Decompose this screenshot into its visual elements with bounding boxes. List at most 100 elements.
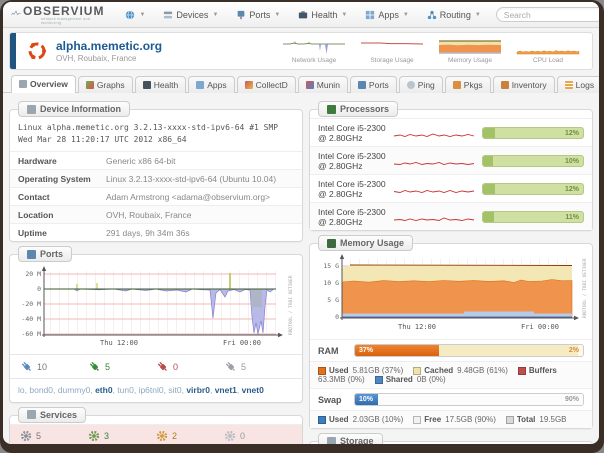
port-link-tun0[interactable]: tun0: [117, 385, 138, 395]
cpu-sparkline-graph[interactable]: [392, 183, 476, 195]
tab-inventory-label: Inventory: [512, 80, 547, 90]
services-header[interactable]: Services: [18, 407, 86, 423]
legend-label: Cached: [424, 366, 453, 375]
navbar: OBSERVIUM network management and monitor…: [3, 2, 599, 28]
cpu-usage-percent: 12%: [565, 184, 579, 195]
pkgs-icon: [453, 81, 461, 89]
globe-icon: [125, 10, 135, 20]
menu-apps[interactable]: Apps ▼: [358, 6, 415, 24]
cpu-load-minigraph: [516, 39, 580, 56]
observium-logo[interactable]: OBSERVIUM network management and monitor…: [11, 4, 104, 25]
ports-traffic-graph[interactable]: 20 M 0 -20 M -40 M -60 M Thu 12:00 Fri 0…: [14, 265, 296, 349]
port-link-sit0[interactable]: sit0: [168, 385, 186, 395]
disk-icon: [327, 437, 336, 445]
cpu-sparkline-graph[interactable]: [392, 211, 476, 223]
minigraph-cpu[interactable]: CPU Load: [516, 39, 580, 64]
legend-label: Free: [424, 415, 441, 424]
ram-usage-bar: 37% 2%: [354, 344, 584, 357]
menu-devices[interactable]: Devices ▼: [156, 6, 225, 24]
port-link-bond0[interactable]: bond0: [29, 385, 57, 395]
cpu-sparkline-graph[interactable]: [392, 127, 476, 139]
sysdescr-text: Linux alpha.memetic.org 3.2.13-xxxx-std-…: [10, 118, 302, 151]
search-input[interactable]: [496, 7, 599, 22]
menu-routing[interactable]: Routing ▼: [420, 6, 488, 24]
svg-text:10 G: 10 G: [323, 279, 339, 287]
logs-icon: [565, 81, 573, 89]
swap-used-swatch: [318, 416, 326, 424]
processors-panel: Processors Intel Core i5-2300 @ 2.80GHz …: [309, 109, 593, 231]
info-row-uptime: Uptime291 days, 9h 34m 36s: [10, 223, 302, 241]
cpu-usage-bar: 10%: [482, 155, 584, 167]
plug-up-icon: [88, 360, 101, 373]
menu-routing-label: Routing: [440, 10, 471, 20]
tab-graphs[interactable]: Graphs: [78, 76, 133, 93]
health-icon: [298, 10, 308, 20]
processors-title: Processors: [340, 104, 389, 114]
globe-menu[interactable]: ▼: [118, 6, 152, 24]
swap-legend: Used2.03GB (10%) Free17.5GB (90%) Total1…: [310, 410, 592, 428]
tab-collectd[interactable]: CollectD: [237, 76, 296, 93]
storage-usage-minigraph: [360, 39, 424, 56]
tab-munin[interactable]: Munin: [298, 76, 348, 93]
port-link-dummy0[interactable]: dummy0: [58, 385, 95, 395]
port-link-ip6tnl0[interactable]: ip6tnl0: [139, 385, 169, 395]
minigraph-network[interactable]: Network Usage: [282, 39, 346, 64]
menu-health[interactable]: Health ▼: [291, 6, 354, 24]
window-frame: OBSERVIUM network management and monitor…: [0, 0, 604, 453]
svg-text:-60 M: -60 M: [21, 330, 41, 338]
cpu-row-4: Intel Core i5-2300 @ 2.80GHz 11%: [310, 202, 592, 230]
memory-usage-header[interactable]: Memory Usage: [318, 235, 413, 251]
chevron-down-icon: ▼: [274, 12, 280, 18]
minigraph-network-label: Network Usage: [292, 57, 336, 64]
device-hostname-link[interactable]: alpha.memetic.org: [56, 39, 162, 53]
processors-header[interactable]: Processors: [318, 101, 398, 117]
port-link-vnet1[interactable]: vnet1: [215, 385, 242, 395]
minigraph-storage[interactable]: Storage Usage: [360, 39, 424, 64]
port-link-eth0[interactable]: eth0: [95, 385, 117, 395]
cpu-sparkline-graph[interactable]: [392, 155, 476, 167]
device-information-header[interactable]: Device Information: [18, 101, 130, 117]
cpu-row-1: Intel Core i5-2300 @ 2.80GHz 12%: [310, 118, 592, 146]
info-row-location: LocationOVH, Roubaix, France: [10, 205, 302, 223]
port-count-total: 10: [20, 360, 88, 373]
ports-ytick: 20 M: [25, 270, 41, 278]
svg-text:Fri 00:00: Fri 00:00: [521, 323, 559, 331]
minigraph-storage-label: Storage Usage: [370, 57, 413, 64]
legend-value: 9.48GB (61%): [457, 366, 508, 375]
service-count-up-value: 3: [104, 431, 109, 441]
info-value: 291 days, 9h 34m 36s: [106, 228, 190, 238]
tab-health[interactable]: Health: [135, 76, 187, 93]
tab-logs[interactable]: Logs: [557, 76, 599, 93]
legend-value: 17.5GB (90%): [445, 415, 496, 424]
storage-header[interactable]: Storage: [318, 433, 383, 444]
cpu-usage-percent: 10%: [565, 156, 579, 167]
info-row-contact: ContactAdam Armstrong <adama@observium.o…: [10, 187, 302, 205]
info-label: Contact: [18, 192, 106, 202]
tab-collectd-label: CollectD: [256, 80, 288, 90]
svg-text:Thu 12:00: Thu 12:00: [100, 339, 138, 347]
port-count-disabled: 5: [224, 360, 292, 373]
tab-ping[interactable]: Ping: [399, 76, 443, 93]
service-counts-row: 5 3 2 0: [10, 424, 302, 444]
menu-devices-label: Devices: [176, 10, 208, 20]
memory-usage-graph[interactable]: 15 G10 G 5 G0 Thu 12:00Fri 00:00 RRDTOOL…: [314, 254, 590, 334]
tab-ports[interactable]: Ports: [350, 76, 397, 93]
minigraph-memory[interactable]: Memory Usage: [438, 39, 502, 64]
ports-header[interactable]: Ports: [18, 246, 72, 262]
tab-apps[interactable]: Apps: [188, 76, 234, 93]
swap-total-swatch: [506, 416, 514, 424]
port-count-down-value: 0: [173, 362, 178, 372]
tab-inventory[interactable]: Inventory: [493, 76, 555, 93]
plug-disabled-icon: [224, 360, 237, 373]
menu-ports[interactable]: Ports ▼: [229, 6, 287, 24]
port-count-down: 0: [156, 360, 224, 373]
svg-text:0: 0: [335, 313, 339, 321]
port-link-virbr0[interactable]: virbr0: [186, 385, 214, 395]
ram-shared-swatch: [375, 376, 383, 384]
tab-pkgs[interactable]: Pkgs: [445, 76, 491, 93]
info-value: Linux 3.2.13-xxxx-std-ipv6-64 (Ubuntu 10…: [106, 174, 276, 184]
port-link-lo[interactable]: lo: [18, 385, 29, 395]
ram-free-percent: 2%: [569, 345, 579, 357]
tab-overview[interactable]: Overview: [11, 75, 76, 93]
port-link-vnet0[interactable]: vnet0: [242, 385, 264, 395]
